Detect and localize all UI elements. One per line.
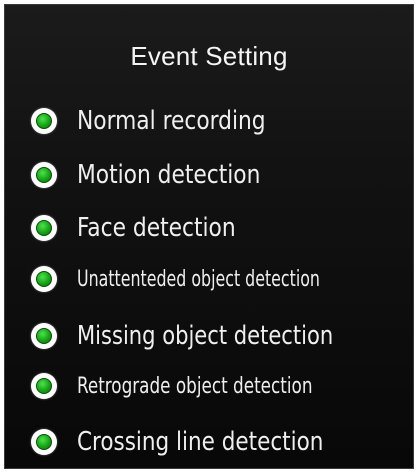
option-label: Face detection xyxy=(77,213,236,243)
option-label: Retrograde object detection xyxy=(77,373,313,399)
radio-button-icon[interactable] xyxy=(31,162,57,188)
radio-button-icon[interactable] xyxy=(31,323,57,349)
option-crossing-line-detection[interactable]: Crossing line detection xyxy=(31,427,345,457)
option-label: Crossing line detection xyxy=(77,427,324,457)
option-retrograde-object-detection[interactable]: Retrograde object detection xyxy=(31,373,354,399)
radio-selected-dot-icon xyxy=(36,220,52,236)
radio-button-icon[interactable] xyxy=(31,215,57,241)
option-label: Missing object detection xyxy=(77,321,334,351)
option-label: Normal recording xyxy=(77,106,266,136)
radio-button-icon[interactable] xyxy=(31,266,57,292)
radio-selected-dot-icon xyxy=(36,434,52,450)
option-normal-recording[interactable]: Normal recording xyxy=(31,106,280,136)
radio-selected-dot-icon xyxy=(36,167,52,183)
radio-selected-dot-icon xyxy=(36,113,52,129)
panel-title: Event Setting xyxy=(130,41,288,71)
radio-selected-dot-icon xyxy=(36,328,52,344)
option-unattended-object-detection[interactable]: Unattenteded object detection xyxy=(31,266,381,292)
radio-button-icon[interactable] xyxy=(31,429,57,455)
option-label: Unattenteded object detection xyxy=(77,266,320,292)
option-motion-detection[interactable]: Motion detection xyxy=(31,160,274,190)
radio-selected-dot-icon xyxy=(36,271,52,287)
radio-button-icon[interactable] xyxy=(31,373,57,399)
option-missing-object-detection[interactable]: Missing object detection xyxy=(31,321,362,351)
option-face-detection[interactable]: Face detection xyxy=(31,213,248,243)
option-label: Motion detection xyxy=(77,160,261,190)
event-setting-panel: Event Setting Normal recording Motion de… xyxy=(4,4,414,469)
radio-button-icon[interactable] xyxy=(31,108,57,134)
radio-selected-dot-icon xyxy=(36,378,52,394)
